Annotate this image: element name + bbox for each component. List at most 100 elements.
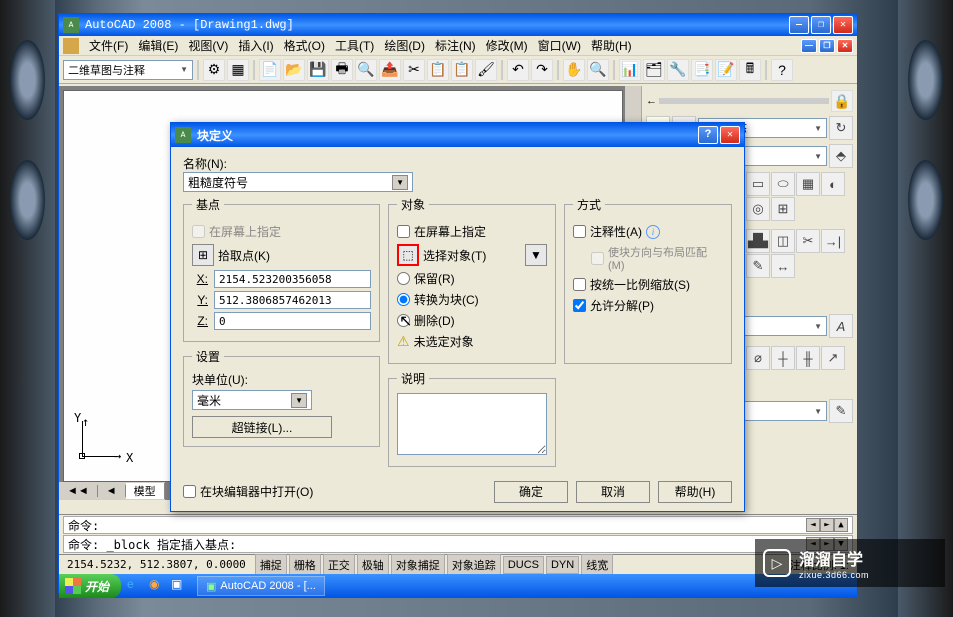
tool-ssm-icon[interactable]: 📑	[691, 59, 713, 81]
help-button[interactable]: 帮助(H)	[658, 481, 732, 503]
tool-grid-icon[interactable]: ▦	[227, 59, 249, 81]
tab-nav-first[interactable]: ◄◄	[59, 485, 98, 497]
annotative-checkbox[interactable]	[573, 225, 586, 238]
dim-base-icon[interactable]: ╫	[796, 346, 820, 370]
restore-button[interactable]: ❐	[811, 16, 831, 34]
status-dyn[interactable]: DYN	[546, 556, 579, 574]
open-editor-checkbox[interactable]	[183, 485, 196, 498]
extend-tool-icon[interactable]: →|	[821, 229, 845, 253]
tool-print-icon[interactable]: 🖶	[331, 59, 353, 81]
tool-help-icon[interactable]: ?	[771, 59, 793, 81]
menu-help[interactable]: 帮助(H)	[587, 35, 636, 56]
quick-select-button[interactable]: ▼	[525, 244, 547, 266]
tool-open-icon[interactable]: 📂	[283, 59, 305, 81]
layer-tool-icon[interactable]: ⬘	[829, 144, 853, 168]
units-combo[interactable]: 毫米	[192, 390, 312, 410]
pick-point-button[interactable]: ⊞	[192, 244, 214, 266]
tab-nav-prev[interactable]: ◄	[98, 485, 126, 497]
cancel-button[interactable]: 取消	[576, 481, 650, 503]
menu-draw[interactable]: 绘图(D)	[380, 35, 429, 56]
status-snap[interactable]: 捕捉	[255, 554, 287, 576]
menu-edit[interactable]: 编辑(E)	[134, 35, 182, 56]
tool-pan-icon[interactable]: ✋	[563, 59, 585, 81]
tool-calc-icon[interactable]: 🖩	[739, 59, 761, 81]
menu-dimension[interactable]: 标注(N)	[431, 35, 480, 56]
doc-restore-button[interactable]: ❐	[819, 39, 835, 53]
donut-tool-icon[interactable]: ◎	[746, 197, 770, 221]
tool-tp-icon[interactable]: 🔧	[667, 59, 689, 81]
trim-tool-icon[interactable]: ✂	[796, 229, 820, 253]
tool-save-icon[interactable]: 💾	[307, 59, 329, 81]
doc-minimize-button[interactable]: —	[801, 39, 817, 53]
hyperlink-button[interactable]: 超链接(L)...	[192, 416, 332, 438]
tool-markup-icon[interactable]: 📝	[715, 59, 737, 81]
tool-props-icon[interactable]: 📊	[619, 59, 641, 81]
layer-refresh-icon[interactable]: ↻	[829, 116, 853, 140]
name-combo[interactable]: 粗糙度符号	[183, 172, 413, 192]
menu-insert[interactable]: 插入(I)	[234, 35, 277, 56]
objects-onscreen-checkbox[interactable]	[397, 225, 410, 238]
tool-copy-icon[interactable]: 📋	[427, 59, 449, 81]
menu-file[interactable]: 文件(F)	[85, 35, 132, 56]
dim-style-btn-icon[interactable]: ✎	[829, 399, 853, 423]
info-icon[interactable]: i	[646, 225, 660, 239]
minimize-button[interactable]: —	[789, 16, 809, 34]
ellipse-tool-icon[interactable]: ⬭	[771, 172, 795, 196]
tool-preview-icon[interactable]: 🔍	[355, 59, 377, 81]
tool-new-icon[interactable]: 📄	[259, 59, 281, 81]
x-input[interactable]	[214, 270, 371, 288]
retain-radio[interactable]	[397, 272, 410, 285]
menu-view[interactable]: 视图(V)	[184, 35, 232, 56]
cmd-scroll[interactable]: ◄►▲	[806, 518, 848, 532]
command-line-2[interactable]: 命令: _block 指定插入基点: ◄►▼	[63, 535, 853, 553]
convert-radio[interactable]	[397, 293, 410, 306]
doc-close-button[interactable]: ✕	[837, 39, 853, 53]
status-otrack[interactable]: 对象追踪	[447, 554, 501, 576]
status-grid[interactable]: 栅格	[289, 554, 321, 576]
status-ortho[interactable]: 正交	[323, 554, 355, 576]
gradient-tool-icon[interactable]: ◐	[821, 172, 845, 196]
tool-publish-icon[interactable]: 📤	[379, 59, 401, 81]
hatch-tool-icon[interactable]: ▦	[796, 172, 820, 196]
y-input[interactable]	[214, 291, 371, 309]
select-objects-button[interactable]: ⬚	[397, 244, 419, 266]
start-button[interactable]: 开始	[59, 574, 121, 598]
status-osnap[interactable]: 对象捕捉	[391, 554, 445, 576]
ql-player-icon[interactable]: ◉	[149, 577, 167, 595]
edit-tool-icon[interactable]: ✎	[746, 254, 770, 278]
delete-radio[interactable]	[397, 314, 410, 327]
stretch-tool-icon[interactable]: ↔	[771, 254, 795, 278]
description-textarea[interactable]	[397, 393, 547, 455]
block-tool-icon[interactable]: ⊞	[771, 197, 795, 221]
dialog-help-button[interactable]: ?	[698, 126, 718, 144]
status-lwt[interactable]: 线宽	[581, 554, 613, 576]
tool-undo-icon[interactable]: ↶	[507, 59, 529, 81]
mirror-tool-icon[interactable]: ▟▙	[746, 229, 770, 253]
rect-tool-icon[interactable]: ▭	[746, 172, 770, 196]
dim-leader-icon[interactable]: ↗	[821, 346, 845, 370]
status-polar[interactable]: 极轴	[357, 554, 389, 576]
uniform-scale-checkbox[interactable]	[573, 278, 586, 291]
panel-lock-icon[interactable]: 🔒	[831, 90, 853, 112]
taskbar-app-item[interactable]: ▣ AutoCAD 2008 - [...	[197, 576, 325, 596]
z-input[interactable]	[214, 312, 371, 330]
allow-explode-checkbox[interactable]	[573, 299, 586, 312]
menu-tools[interactable]: 工具(T)	[331, 35, 378, 56]
workspace-combo[interactable]: 二维草图与注释	[63, 60, 193, 80]
tool-cut-icon[interactable]: ✂	[403, 59, 425, 81]
tab-model[interactable]: 模型	[126, 483, 165, 499]
tool-redo-icon[interactable]: ↷	[531, 59, 553, 81]
tool-paste-icon[interactable]: 📋	[451, 59, 473, 81]
status-ducs[interactable]: DUCS	[503, 556, 544, 574]
dialog-close-button[interactable]: ✕	[720, 126, 740, 144]
offset-tool-icon[interactable]: ◫	[771, 229, 795, 253]
close-button[interactable]: ✕	[833, 16, 853, 34]
ql-desktop-icon[interactable]: ▣	[171, 577, 189, 595]
tool-gear-icon[interactable]: ⚙	[203, 59, 225, 81]
tool-zoom-icon[interactable]: 🔍	[587, 59, 609, 81]
panel-slider[interactable]	[659, 98, 829, 104]
ok-button[interactable]: 确定	[494, 481, 568, 503]
menu-window[interactable]: 窗口(W)	[534, 35, 585, 56]
tool-dc-icon[interactable]: 🗂	[643, 59, 665, 81]
dim-diameter-icon[interactable]: ⌀	[746, 346, 770, 370]
